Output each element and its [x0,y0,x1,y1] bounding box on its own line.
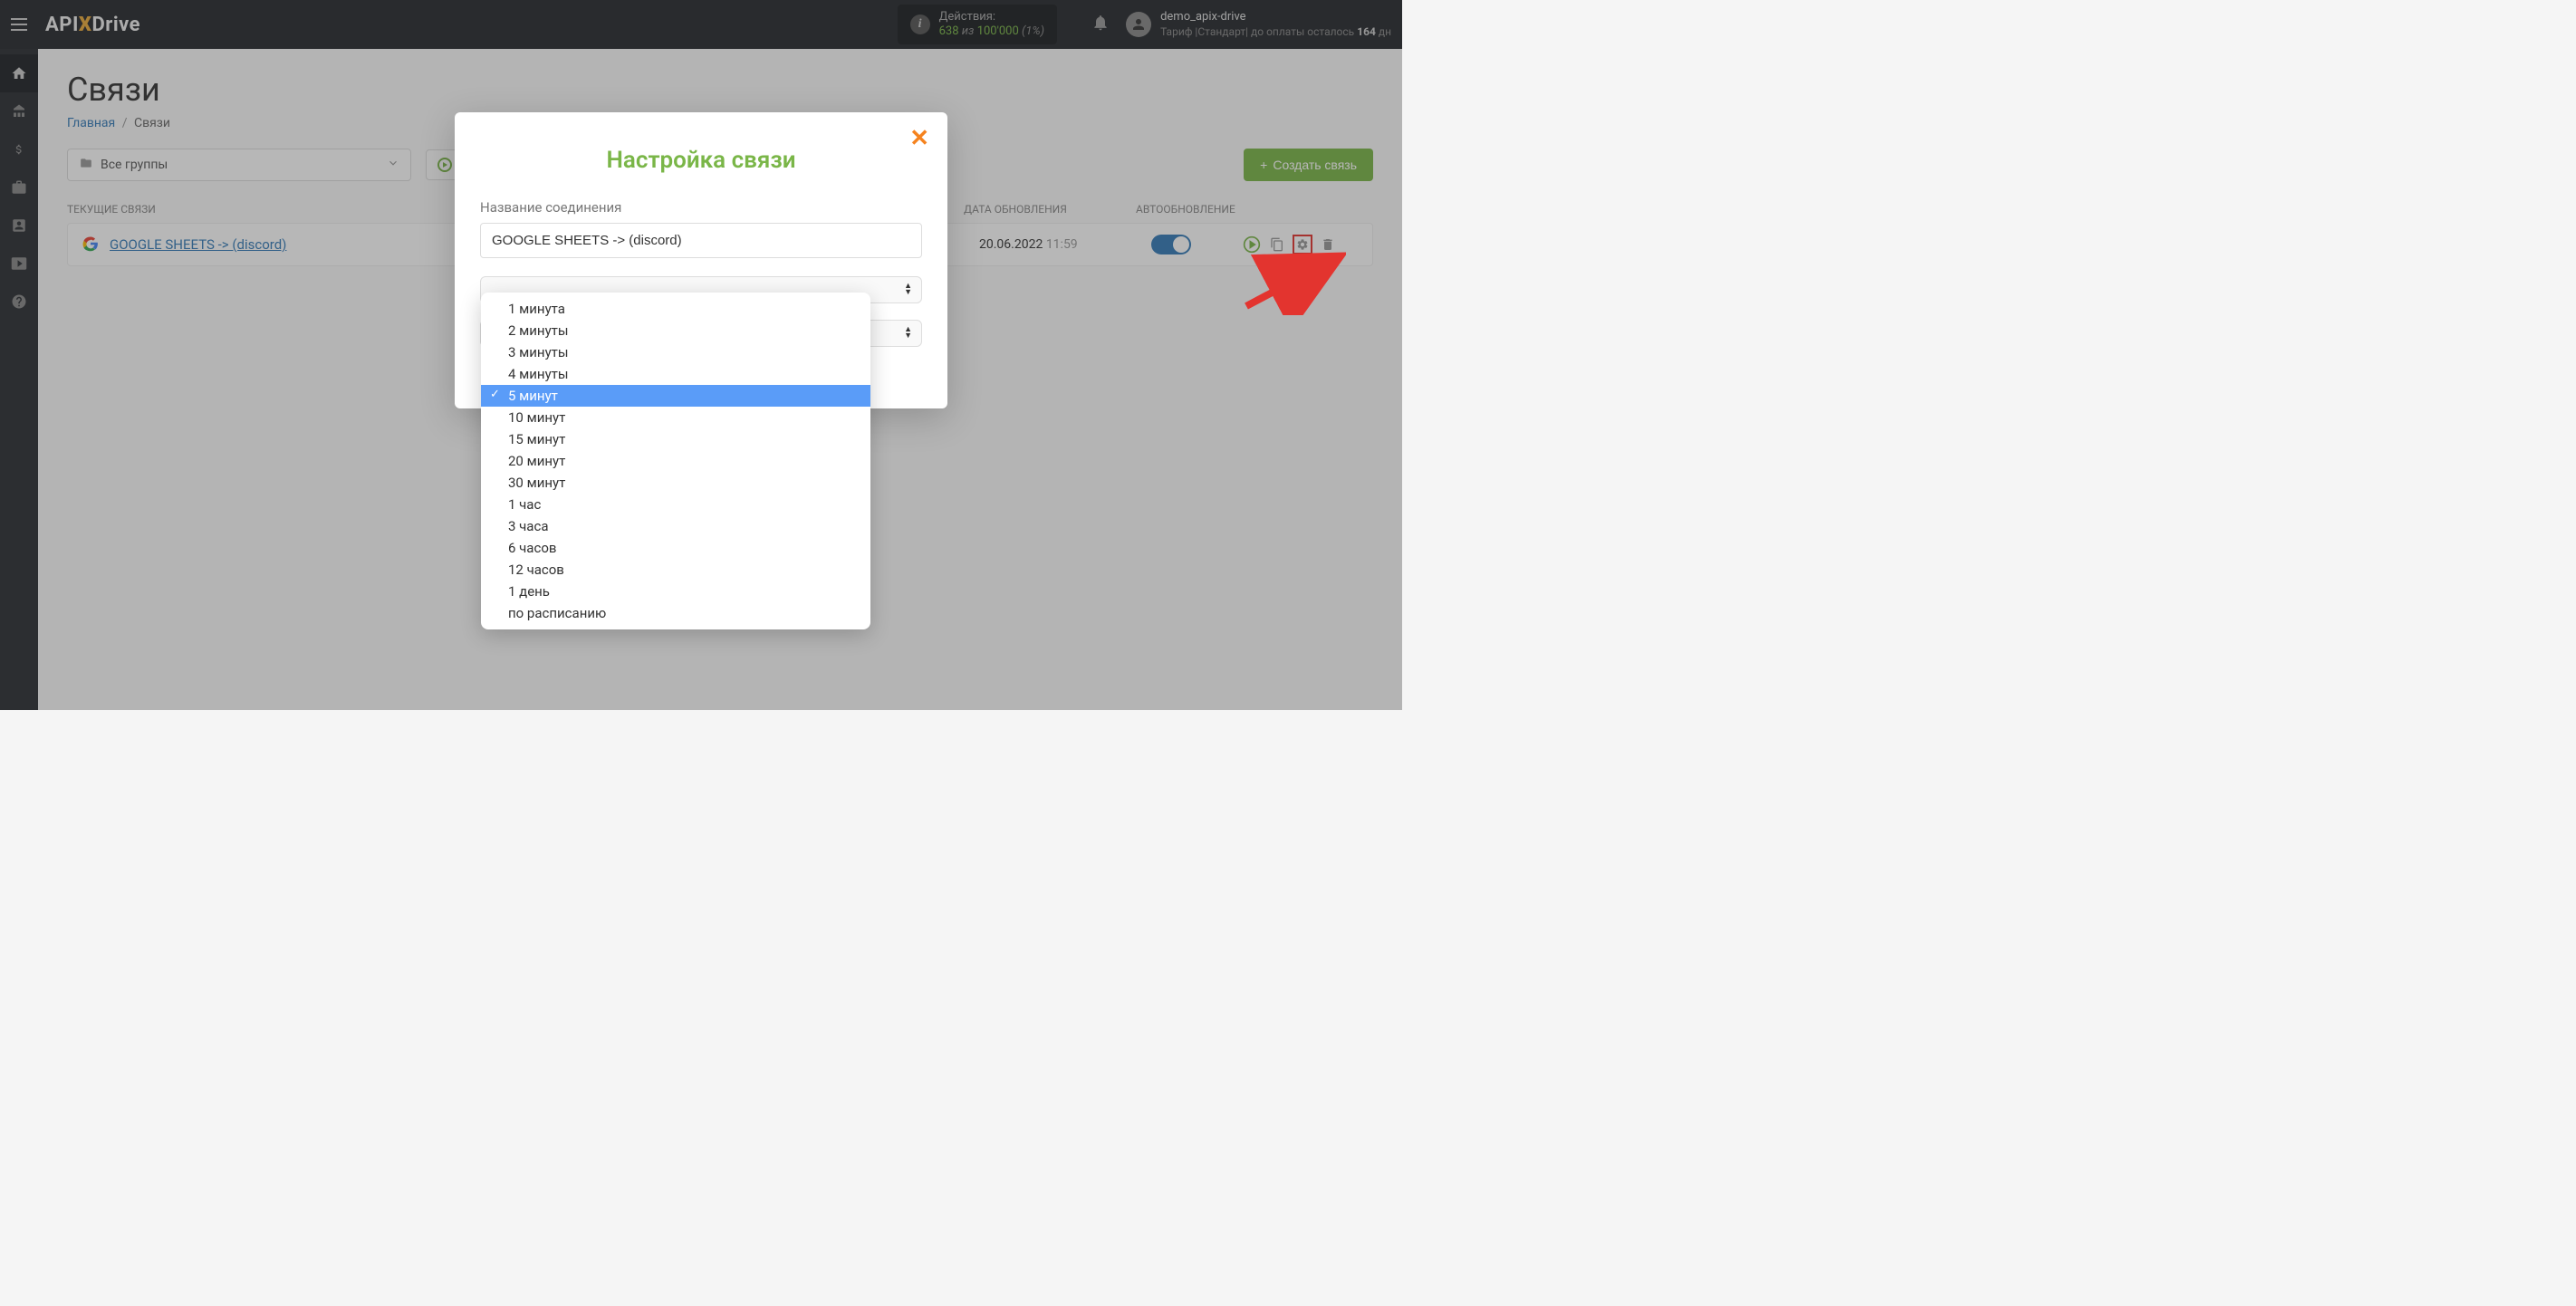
dropdown-item[interactable]: 10 минут [481,407,870,428]
dropdown-item[interactable]: 1 минута [481,298,870,320]
interval-dropdown-list: 1 минута2 минуты3 минуты4 минуты5 минут1… [481,293,870,629]
dropdown-item[interactable]: 1 день [481,581,870,602]
dropdown-item[interactable]: 1 час [481,494,870,515]
dropdown-item[interactable]: 15 минут [481,428,870,450]
close-icon[interactable]: ✕ [909,127,929,150]
dropdown-item[interactable]: 5 минут [481,385,870,407]
dropdown-item[interactable]: 3 часа [481,515,870,537]
dropdown-item[interactable]: 3 минуты [481,341,870,363]
name-field-label: Название соединения [480,199,922,216]
dropdown-item[interactable]: 30 минут [481,472,870,494]
dropdown-item[interactable]: 12 часов [481,559,870,581]
dropdown-item[interactable]: 2 минуты [481,320,870,341]
connection-name-input[interactable] [480,223,922,258]
dropdown-item[interactable]: по расписанию [481,602,870,624]
select-arrows-icon: ▲▼ [904,327,912,340]
dropdown-item[interactable]: 6 часов [481,537,870,559]
select-arrows-icon: ▲▼ [904,283,912,296]
dropdown-item[interactable]: 20 минут [481,450,870,472]
dropdown-item[interactable]: 4 минуты [481,363,870,385]
modal-title: Настройка связи [480,147,922,174]
